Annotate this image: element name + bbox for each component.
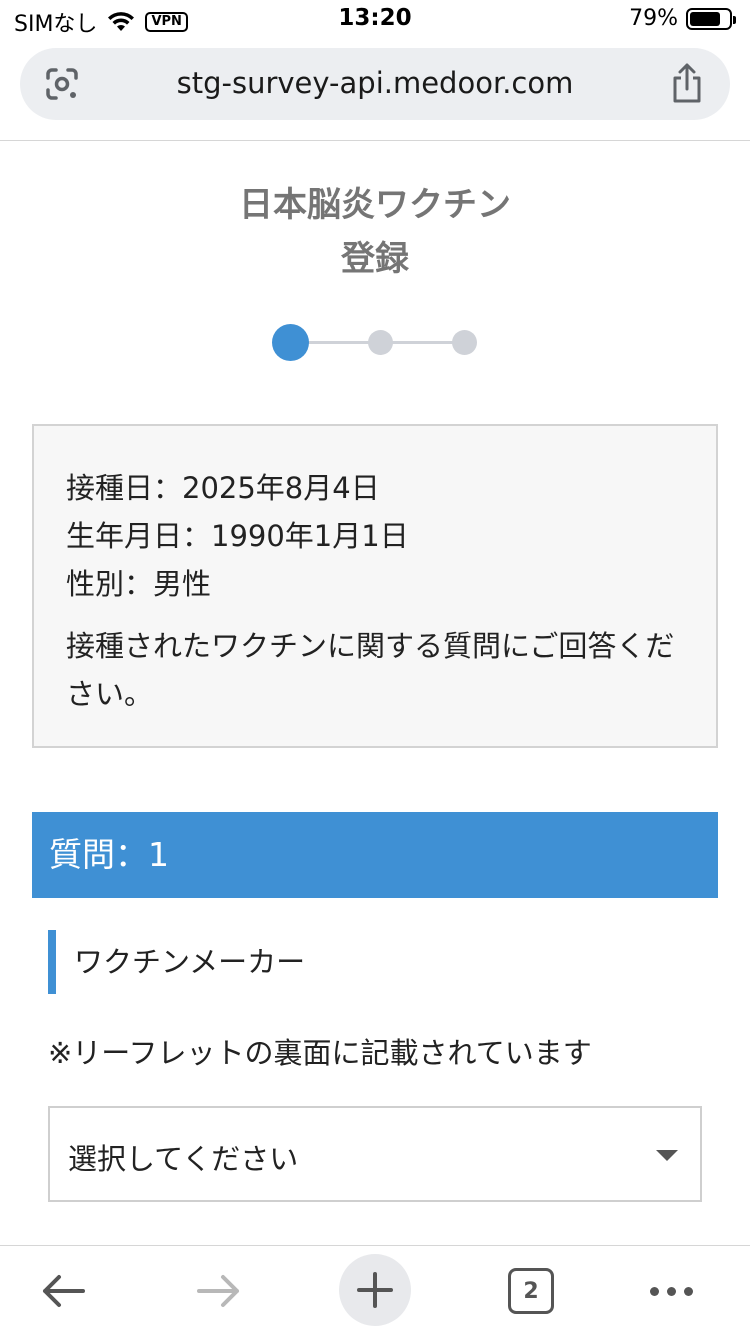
browser-toolbar: 2 [0,1245,750,1334]
url-text[interactable]: stg-survey-api.medoor.com [20,66,730,100]
progress-stepper [272,322,482,362]
more-dots-icon [649,1286,659,1296]
arrow-left-icon [43,1275,85,1307]
vaccine-maker-select[interactable]: 選択してください [48,1106,702,1202]
status-bar: SIMなし VPN 13:20 79% [0,0,750,40]
info-box: 接種日：2025年8月4日 生年月日：1990年1月1日 性別：男性 接種された… [32,424,718,748]
step-2 [368,330,393,355]
select-value: 選択してください [68,1142,299,1176]
status-right: 79% [629,6,736,31]
instruction-text: 接種されたワクチンに関する質問にご回答ください。 [66,629,675,711]
new-tab-button[interactable] [339,1254,411,1326]
page-title-line1: 日本脳炎ワクチン [239,185,511,225]
page-title: 日本脳炎ワクチン 登録 [0,178,750,286]
question-note: ※リーフレットの裏面に記載されています [48,1036,592,1070]
birth-date: 生年月日：1990年1月1日 [66,519,409,553]
battery-level [690,11,721,26]
battery-icon [686,7,736,30]
caret-down-icon [656,1150,678,1161]
header-divider [0,140,750,141]
address-bar[interactable]: stg-survey-api.medoor.com [20,48,730,120]
more-menu-button[interactable] [636,1256,706,1326]
tab-switcher-button[interactable]: 2 [496,1256,566,1326]
step-3 [452,330,477,355]
share-icon[interactable] [670,62,704,104]
vaccination-date: 接種日：2025年8月4日 [66,471,380,505]
gender: 性別：男性 [66,567,212,601]
back-button[interactable] [28,1256,98,1326]
step-1-active [272,324,309,361]
tab-count: 2 [508,1268,554,1314]
arrow-right-icon [197,1275,239,1307]
question-label: ワクチンメーカー [48,930,305,994]
question-header: 質問：1 [32,812,718,898]
battery-percent: 79% [629,6,678,31]
plus-icon [357,1272,393,1308]
forward-button[interactable] [184,1256,254,1326]
page-title-line2: 登録 [341,239,409,279]
